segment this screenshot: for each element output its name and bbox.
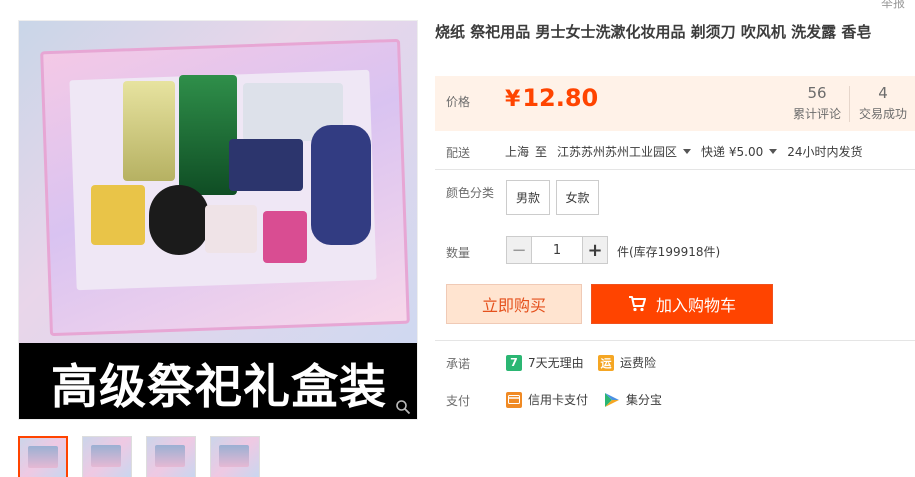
shipping-row: 上海 至 江苏苏州苏州工业园区 快递 ¥5.00 24小时内发货 [505, 143, 863, 160]
price-box: 价格 ¥12.80 56 累计评论 4 交易成功 [435, 76, 915, 131]
add-to-cart-button[interactable]: 加入购物车 [591, 284, 773, 324]
add-to-cart-label: 加入购物车 [655, 296, 736, 315]
jifenbao-icon [604, 392, 620, 408]
ship-method[interactable]: 快递 ¥5.00 [701, 143, 763, 160]
report-link[interactable]: 举报 [881, 0, 905, 11]
option-male[interactable]: 男款 [506, 180, 550, 215]
sales-label: 交易成功 [858, 107, 907, 121]
ship-to-word: 至 [535, 145, 548, 159]
product-page: 举报 高级祭祀礼盒装 烧纸 祭祀用品 男士女士洗漱化妆用品 剃须刀 吹风机 洗发… [0, 0, 915, 477]
ship-dispatch: 24小时内发货 [787, 145, 863, 159]
buy-now-button[interactable]: 立即购买 [446, 284, 582, 324]
quantity-label: 数量 [446, 246, 471, 260]
reviews-count: 56 [807, 84, 827, 102]
price-label: 价格 [446, 95, 471, 109]
sales-count: 4 [878, 84, 888, 102]
product-photo [19, 21, 417, 343]
price: ¥12.80 [505, 84, 599, 112]
thumbnail-2[interactable] [82, 436, 132, 477]
product-title: 烧纸 祭祀用品 男士女士洗漱化妆用品 剃须刀 吹风机 洗发露 香皂 [435, 23, 872, 41]
option-female[interactable]: 女款 [556, 180, 599, 215]
banner-text: 高级祭祀礼盒装 [51, 359, 387, 415]
quantity-stepper: − 1 + [506, 236, 608, 264]
quantity-increase-button[interactable]: + [582, 236, 608, 264]
shipping-insurance-icon: 运 [598, 354, 614, 371]
chevron-down-icon[interactable] [683, 149, 692, 154]
shipping-label: 配送 [446, 146, 471, 160]
chevron-down-icon[interactable] [769, 149, 778, 154]
image-banner: 高级祭祀礼盒装 [19, 343, 417, 419]
ship-from: 上海 [505, 145, 530, 159]
promise-label: 承诺 [446, 357, 471, 371]
payment-label: 支付 [446, 394, 471, 408]
thumbnail-strip [18, 436, 260, 477]
ship-destination[interactable]: 江苏苏州苏州工业园区 [557, 143, 677, 160]
credit-card-icon [506, 391, 522, 408]
quantity-decrease-button[interactable]: − [506, 236, 532, 264]
zoom-icon[interactable] [395, 399, 411, 415]
payment-jifenbao[interactable]: 集分宝 [604, 391, 662, 408]
thumbnail-4[interactable] [210, 436, 260, 477]
reviews-label: 累计评论 [792, 107, 841, 121]
seven-days-icon: 7 [506, 354, 522, 371]
main-product-image[interactable]: 高级祭祀礼盒装 [18, 20, 418, 420]
cart-icon [628, 296, 646, 312]
thumbnail-1[interactable] [18, 436, 68, 477]
reviews-stat[interactable]: 56 累计评论 [789, 84, 845, 122]
stock-info: 件(库存199918件) [617, 245, 721, 259]
sales-stat: 4 交易成功 [855, 84, 911, 122]
promise-seven-days[interactable]: 7 7天无理由 [506, 354, 584, 371]
thumbnail-3[interactable] [146, 436, 196, 477]
promise-shipping-insurance[interactable]: 运 运费险 [598, 354, 656, 371]
quantity-input[interactable]: 1 [532, 236, 582, 264]
payment-credit-card[interactable]: 信用卡支付 [506, 391, 588, 408]
color-label: 颜色分类 [446, 186, 495, 200]
